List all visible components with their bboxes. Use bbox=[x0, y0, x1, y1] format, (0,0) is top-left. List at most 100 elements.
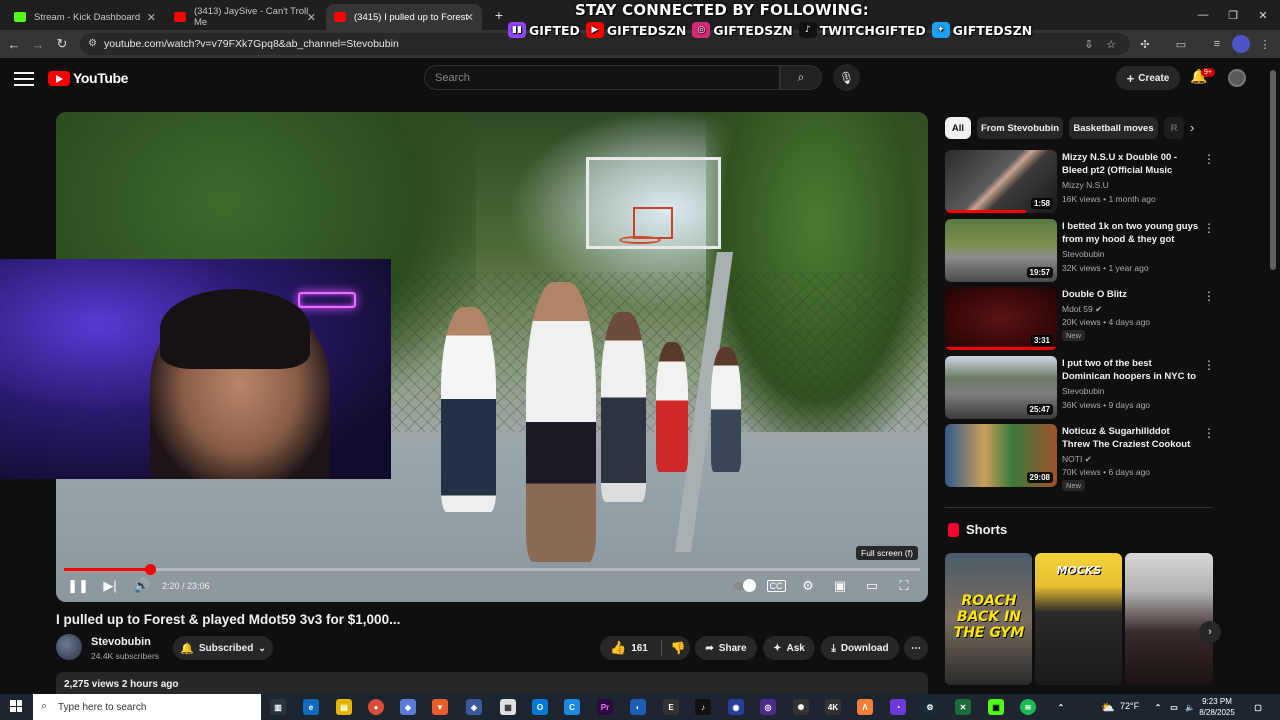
recommendation-title[interactable]: Mizzy N.S.U x Double 00 - Bleed pt2 (Off… bbox=[1062, 151, 1200, 178]
pause-icon[interactable]: ❚❚ bbox=[67, 576, 89, 596]
volume-icon[interactable]: 🔊 bbox=[132, 576, 152, 596]
browser-tab-active[interactable]: (3415) I pulled up to Forest ✕ bbox=[326, 4, 482, 30]
video-thumbnail[interactable]: 3:31 bbox=[945, 287, 1057, 350]
task-view-icon[interactable]: ▥ bbox=[270, 699, 286, 715]
restore-button[interactable]: ❐ bbox=[1218, 0, 1248, 30]
network-icon[interactable]: ▭ bbox=[1166, 699, 1182, 715]
app-icon[interactable]: ◉ bbox=[728, 699, 744, 715]
chrome-icon[interactable]: ● bbox=[368, 699, 384, 715]
app-icon[interactable]: ◆ bbox=[400, 699, 416, 715]
app-icon[interactable]: 4K bbox=[825, 699, 841, 715]
channel-name[interactable]: Stevobubin bbox=[91, 636, 151, 648]
recommendation-item[interactable]: 1:58 Mizzy N.S.U x Double 00 - Bleed pt2… bbox=[945, 150, 1215, 214]
app-icon[interactable]: Λ bbox=[857, 699, 873, 715]
recommendation-title[interactable]: Noticuz & Sugarhillddot Threw The Crazie… bbox=[1062, 425, 1200, 452]
short-item[interactable]: ROACH BACK IN THE GYM bbox=[945, 553, 1032, 685]
share-button[interactable]: ➦ Share bbox=[695, 636, 757, 660]
theater-mode-icon[interactable]: ▭ bbox=[860, 576, 884, 596]
close-window-button[interactable]: ✕ bbox=[1248, 0, 1278, 30]
sidepanel-icon[interactable]: ▭ bbox=[1172, 35, 1190, 53]
voice-search-button[interactable]: 🎙 bbox=[833, 64, 860, 91]
app-icon[interactable]: ✺ bbox=[793, 699, 809, 715]
more-vert-icon[interactable]: ⋮ bbox=[1203, 358, 1215, 372]
minimize-button[interactable]: — bbox=[1188, 0, 1218, 30]
recommendation-title[interactable]: Double O Blitz bbox=[1062, 288, 1200, 301]
thumbs-up-icon[interactable]: 👍 bbox=[610, 640, 626, 656]
app-icon[interactable]: ▣ bbox=[988, 699, 1004, 715]
recommendation-channel[interactable]: Stevobubin bbox=[1062, 386, 1105, 396]
close-icon[interactable]: ✕ bbox=[465, 11, 474, 24]
obs-icon[interactable]: ◎ bbox=[760, 699, 776, 715]
browser-tab[interactable]: (3413) JaySive - Can't Troll Me ✕ bbox=[166, 4, 324, 30]
chip-basketball-moves[interactable]: Basketball moves bbox=[1069, 117, 1158, 139]
close-icon[interactable]: ✕ bbox=[307, 11, 316, 24]
app-icon[interactable]: ◐ bbox=[630, 699, 646, 715]
file-explorer-icon[interactable]: ▤ bbox=[336, 699, 352, 715]
brave-icon[interactable]: ▼ bbox=[432, 699, 448, 715]
outlook-icon[interactable]: O bbox=[532, 699, 548, 715]
more-vert-icon[interactable]: ⋮ bbox=[1203, 152, 1215, 166]
bookmark-star-icon[interactable]: ☆ bbox=[1102, 35, 1120, 53]
youtube-logo[interactable]: YouTube bbox=[48, 70, 128, 86]
autoplay-toggle[interactable] bbox=[732, 576, 756, 596]
taskbar-search-input[interactable]: ⌕ Type here to search bbox=[33, 694, 261, 720]
download-button[interactable]: ⤓ Download bbox=[821, 636, 899, 660]
recommendation-title[interactable]: I betted 1k on two young guys from my ho… bbox=[1062, 220, 1200, 247]
recommendation-channel[interactable]: Mdot 59 ✔ bbox=[1062, 304, 1102, 315]
settings-gear-icon[interactable]: ⚙ bbox=[796, 576, 820, 596]
chip-all[interactable]: All bbox=[945, 117, 971, 139]
progress-bar[interactable] bbox=[64, 564, 920, 575]
recommendation-item[interactable]: 29:08 Noticuz & Sugarhillddot Threw The … bbox=[945, 424, 1215, 491]
recommendation-channel[interactable]: Mizzy N.S.U bbox=[1062, 180, 1109, 190]
tiktok-icon[interactable]: ♪ bbox=[695, 699, 711, 715]
chip-truncated[interactable]: R bbox=[1164, 117, 1184, 139]
subscribed-button[interactable]: 🔔 Subscribed ⌄ bbox=[173, 636, 273, 660]
search-button[interactable]: ⌕ bbox=[780, 65, 822, 90]
calendar-icon[interactable]: ▦ bbox=[500, 699, 516, 715]
browser-tab[interactable]: Stream - Kick Dashboard ✕ bbox=[6, 4, 164, 30]
temperature[interactable]: 72°F bbox=[1120, 701, 1139, 711]
reload-icon[interactable]: ↻ bbox=[52, 34, 72, 54]
recommendation-item[interactable]: 3:31 Double O Blitz Mdot 59 ✔ 20K views … bbox=[945, 287, 1215, 351]
fullscreen-icon[interactable]: ⛶ bbox=[892, 576, 916, 596]
premiere-icon[interactable]: Pr bbox=[597, 699, 613, 715]
back-icon[interactable]: ← bbox=[4, 34, 24, 54]
site-info-icon[interactable]: ⚙ bbox=[88, 38, 97, 49]
chevron-right-icon[interactable]: › bbox=[1199, 621, 1221, 643]
recommendation-channel[interactable]: Stevobubin bbox=[1062, 249, 1105, 259]
clock[interactable]: 9:23 PM 8/28/2025 bbox=[1192, 696, 1242, 718]
menu-icon[interactable]: ⋮ bbox=[1256, 35, 1274, 53]
windows-start-icon[interactable] bbox=[10, 700, 22, 712]
short-item[interactable]: MOCKS bbox=[1035, 553, 1122, 685]
video-thumbnail[interactable]: 1:58 bbox=[945, 150, 1057, 213]
recommendation-item[interactable]: 25:47 I put two of the best Dominican ho… bbox=[945, 356, 1215, 420]
more-actions-button[interactable]: ⋯ bbox=[904, 636, 928, 660]
chip-from-channel[interactable]: From Stevobubin bbox=[977, 117, 1063, 139]
recommendation-title[interactable]: I put two of the best Dominican hoopers … bbox=[1062, 357, 1200, 384]
extensions-icon[interactable]: ✣ bbox=[1136, 35, 1154, 53]
tray-icon[interactable]: ⌃ bbox=[1150, 699, 1166, 715]
recommendation-item[interactable]: 19:57 I betted 1k on two young guys from… bbox=[945, 219, 1215, 283]
ask-button[interactable]: ✦ Ask bbox=[763, 636, 815, 660]
next-icon[interactable]: ▶| bbox=[100, 576, 120, 596]
recommendation-channel[interactable]: NOTI ✔ bbox=[1062, 454, 1092, 465]
app-icon[interactable]: ◈ bbox=[466, 699, 482, 715]
media-icon[interactable]: ≡ bbox=[1208, 35, 1226, 53]
profile-icon[interactable] bbox=[1232, 35, 1250, 53]
thumbs-down-icon[interactable]: 👎 bbox=[671, 641, 686, 655]
chevron-up-icon[interactable]: ⌃ bbox=[1053, 699, 1069, 715]
scrollbar[interactable] bbox=[1270, 70, 1276, 270]
channel-avatar[interactable] bbox=[56, 634, 82, 660]
more-vert-icon[interactable]: ⋮ bbox=[1203, 289, 1215, 303]
account-avatar[interactable] bbox=[1228, 69, 1246, 87]
search-input[interactable]: Search bbox=[424, 65, 780, 90]
app-icon[interactable]: C bbox=[564, 699, 580, 715]
install-icon[interactable]: ⇩ bbox=[1080, 35, 1098, 53]
app-icon[interactable]: ◔ bbox=[890, 699, 906, 715]
video-thumbnail[interactable]: 25:47 bbox=[945, 356, 1057, 419]
create-button[interactable]: + Create bbox=[1116, 66, 1180, 90]
forward-icon[interactable]: → bbox=[28, 34, 48, 54]
steam-icon[interactable]: ⚙ bbox=[922, 699, 938, 715]
app-icon[interactable]: ✕ bbox=[955, 699, 971, 715]
epic-games-icon[interactable]: E bbox=[663, 699, 679, 715]
